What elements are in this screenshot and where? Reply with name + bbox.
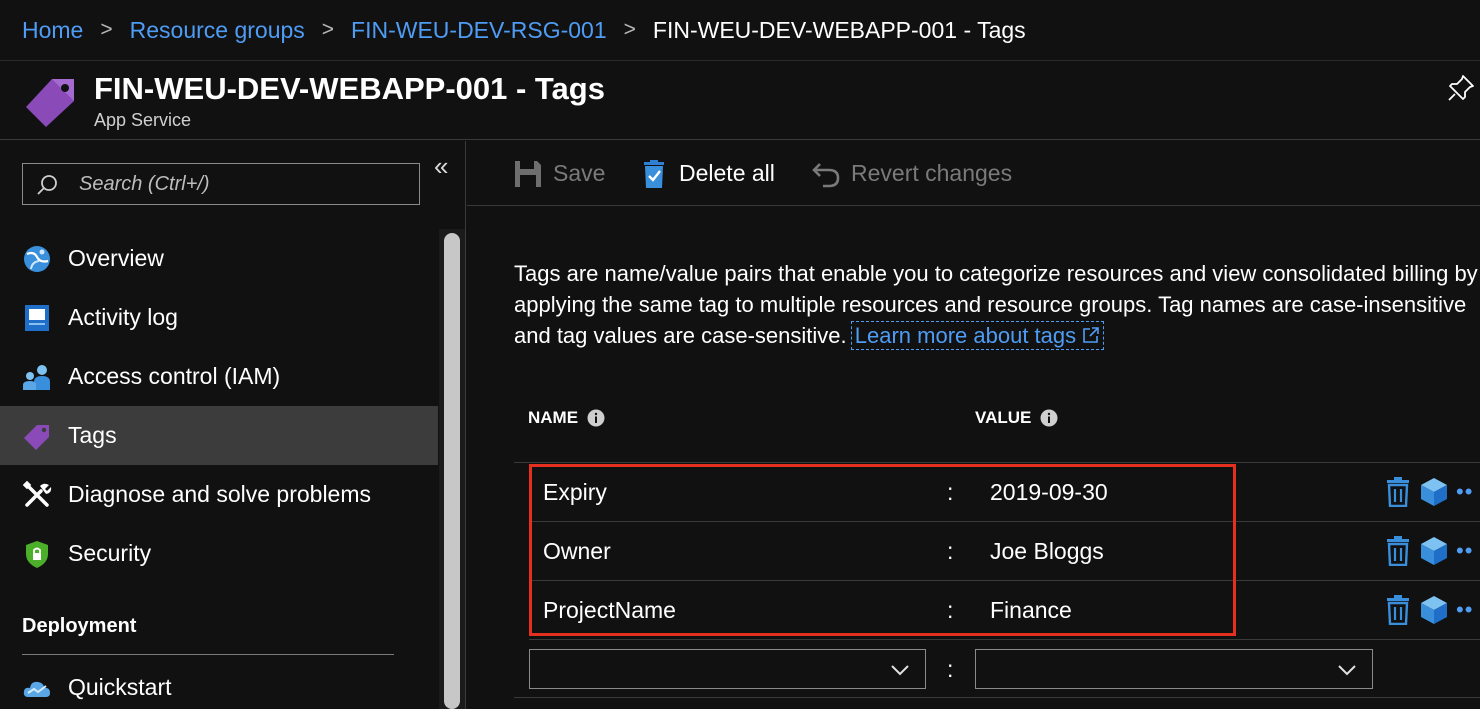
delete-all-button[interactable]: Delete all: [639, 141, 775, 206]
tag-separator: :: [947, 656, 954, 682]
breadcrumb-separator: >: [100, 18, 113, 41]
section-divider: [22, 654, 394, 655]
sidebar-item-label: Security: [68, 540, 152, 566]
table-row: ProjectName : Finance ••: [514, 581, 1480, 640]
command-bar: Save Delete all Revert changes: [467, 141, 1480, 206]
cube-icon[interactable]: [1420, 595, 1448, 625]
row-divider: [514, 697, 1480, 698]
tag-name[interactable]: Owner: [543, 538, 611, 565]
value-column-header: VALUE: [975, 408, 1058, 428]
tag-value[interactable]: 2019-09-30: [990, 479, 1108, 506]
page-header: FIN-WEU-DEV-WEBAPP-001 - Tags App Servic…: [0, 60, 1480, 140]
pin-icon[interactable]: [1446, 73, 1476, 103]
sidebar-item-label: Quickstart: [68, 674, 172, 700]
row-divider: [529, 639, 1480, 640]
cube-icon[interactable]: [1420, 477, 1448, 507]
sidebar-search[interactable]: [22, 163, 420, 205]
wrench-icon: [22, 480, 52, 507]
cube-icon[interactable]: [1420, 536, 1448, 566]
info-icon[interactable]: [587, 409, 605, 427]
shield-icon: [26, 540, 48, 568]
sidebar-section-header: Deployment: [22, 615, 137, 637]
learn-more-link[interactable]: Learn more about tags: [850, 321, 1105, 350]
tags-description: Tags are name/value pairs that enable yo…: [514, 258, 1480, 351]
tag-value[interactable]: Finance: [990, 597, 1072, 624]
sidebar-item-overview[interactable]: Overview: [0, 229, 438, 288]
breadcrumb-current: FIN-WEU-DEV-WEBAPP-001 - Tags: [652, 16, 1026, 43]
breadcrumb-separator: >: [321, 18, 335, 41]
more-options-icon[interactable]: ••: [1456, 538, 1473, 564]
sidebar-item-activity-log[interactable]: Activity log: [0, 288, 438, 347]
name-header-label: NAME: [528, 408, 579, 427]
delete-all-label: Delete all: [679, 160, 775, 186]
sidebar-item-label: Access control (IAM): [68, 363, 281, 389]
learn-more-label: Learn more about tags: [854, 323, 1077, 348]
tag-separator: :: [947, 479, 954, 505]
name-column-header: NAME: [528, 408, 605, 428]
sidebar-item-label: Tags: [68, 422, 117, 448]
sidebar-scrollbar-thumb[interactable]: [444, 233, 460, 709]
save-icon: [515, 160, 541, 187]
breadcrumb-resource-groups[interactable]: Resource groups: [130, 17, 305, 44]
tag-separator: :: [947, 538, 954, 564]
info-icon[interactable]: [1040, 409, 1058, 427]
more-options-icon[interactable]: ••: [1456, 479, 1473, 505]
tag-name[interactable]: Expiry: [543, 479, 607, 506]
sidebar-item-tags[interactable]: Tags: [0, 406, 438, 465]
globe-icon: [24, 245, 50, 272]
cloud-icon: [23, 681, 50, 697]
users-icon: [23, 364, 50, 390]
sidebar-item-access-control[interactable]: Access control (IAM): [0, 347, 438, 406]
undo-icon: [812, 162, 840, 187]
chevron-down-icon: [1338, 665, 1356, 676]
sidebar-item-label: Activity log: [68, 304, 178, 330]
sidebar-item-diagnose[interactable]: Diagnose and solve problems: [0, 465, 438, 524]
search-input[interactable]: [79, 164, 409, 204]
chevron-down-icon: [891, 665, 909, 676]
activity-log-icon: [25, 304, 49, 331]
tag-name[interactable]: ProjectName: [543, 597, 676, 624]
table-row: Owner : Joe Bloggs ••: [514, 522, 1480, 581]
save-button[interactable]: Save: [513, 141, 605, 206]
breadcrumb-separator: >: [623, 18, 636, 41]
search-icon: [37, 175, 57, 195]
revert-label: Revert changes: [851, 160, 1013, 186]
sidebar-item-label: Overview: [68, 245, 164, 271]
breadcrumb-resource-group[interactable]: FIN-WEU-DEV-RSG-001: [351, 17, 607, 44]
table-row: Expiry : 2019-09-30 ••: [514, 463, 1480, 522]
sidebar-item-security[interactable]: Security: [0, 524, 438, 583]
collapse-sidebar-button[interactable]: «: [434, 151, 448, 182]
row-actions: ••: [1384, 477, 1473, 507]
external-link-icon: [1083, 327, 1099, 343]
revert-changes-button[interactable]: Revert changes: [811, 141, 1012, 206]
sidebar: « Overview Activity log Access control (…: [0, 141, 466, 709]
tag-icon: [24, 424, 49, 450]
tag-value[interactable]: Joe Bloggs: [990, 538, 1104, 565]
delete-tag-icon[interactable]: [1384, 536, 1412, 566]
sidebar-item-quickstart[interactable]: Quickstart: [0, 658, 438, 709]
page-title: FIN-WEU-DEV-WEBAPP-001 - Tags: [94, 71, 605, 106]
sidebar-item-label: Diagnose and solve problems: [68, 481, 372, 507]
delete-tag-icon[interactable]: [1384, 477, 1412, 507]
row-actions: ••: [1384, 536, 1473, 566]
page-subtitle: App Service: [94, 110, 192, 130]
tag-icon: [26, 79, 74, 127]
tag-separator: :: [947, 597, 954, 623]
delete-tag-icon[interactable]: [1384, 595, 1412, 625]
new-tag-value-dropdown[interactable]: [975, 649, 1373, 689]
breadcrumb: Home > Resource groups > FIN-WEU-DEV-RSG…: [0, 0, 1480, 60]
value-header-label: VALUE: [975, 408, 1032, 427]
save-label: Save: [553, 160, 606, 186]
breadcrumb-home[interactable]: Home: [22, 17, 83, 44]
more-options-icon[interactable]: ••: [1456, 597, 1473, 623]
new-tag-name-dropdown[interactable]: [529, 649, 926, 689]
delete-icon: [644, 159, 664, 188]
row-actions: ••: [1384, 595, 1473, 625]
